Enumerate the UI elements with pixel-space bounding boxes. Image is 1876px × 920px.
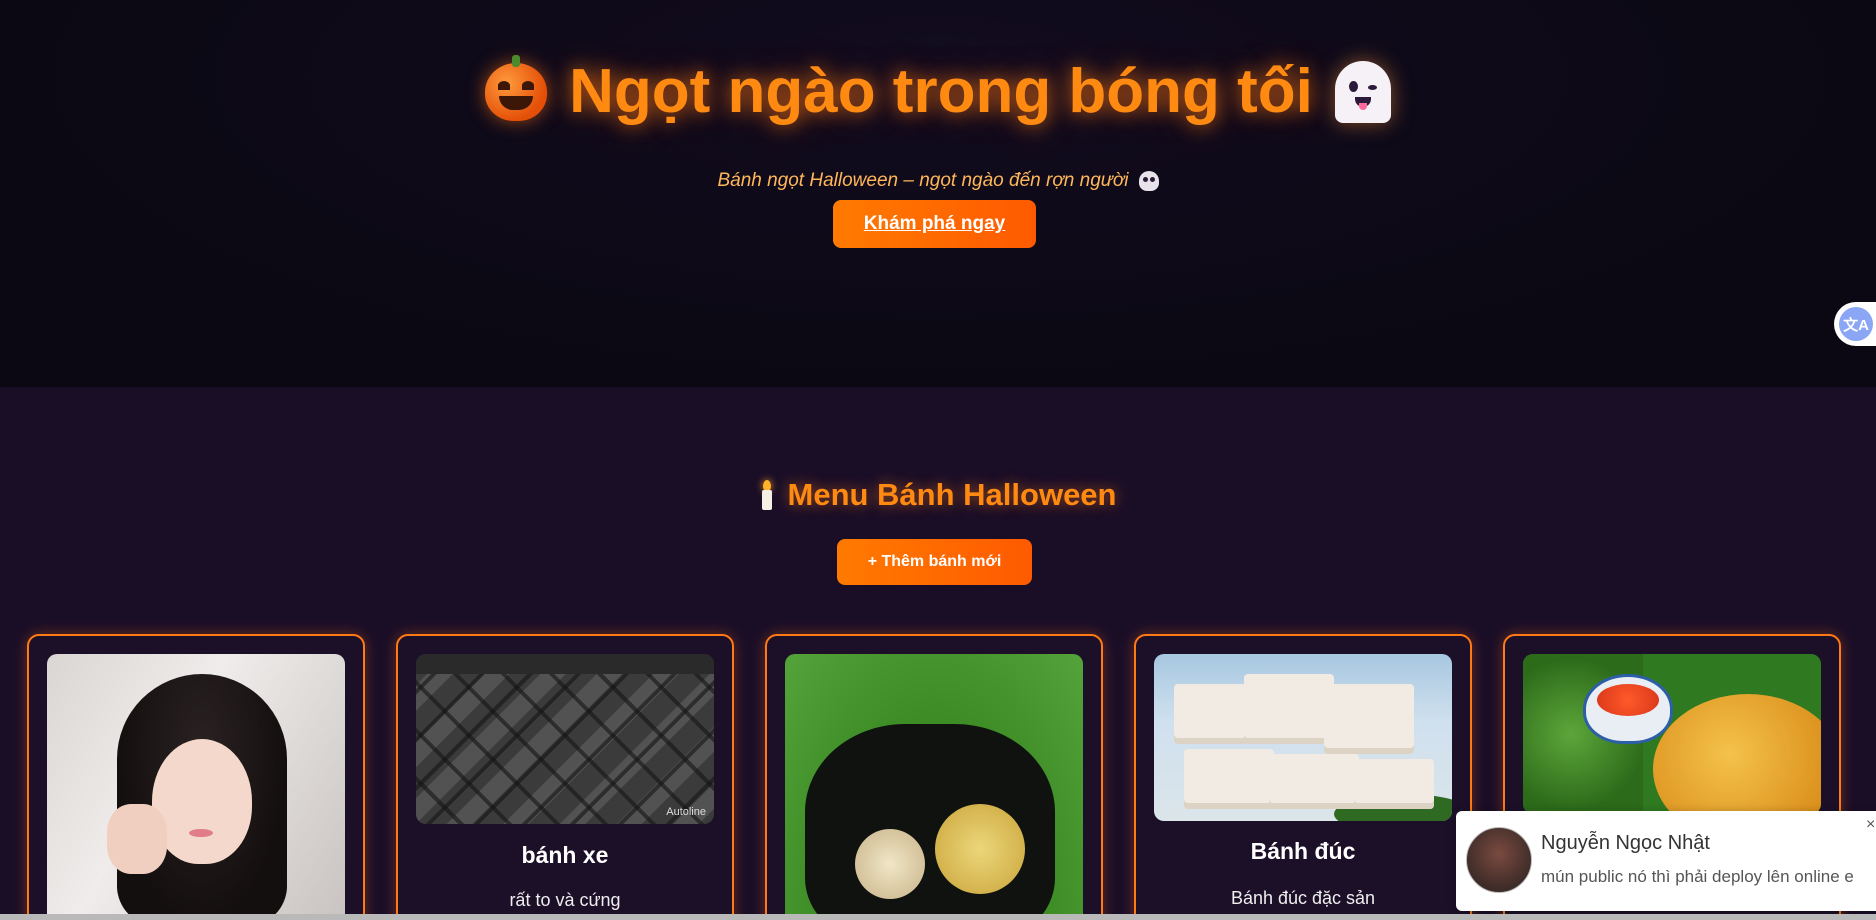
cake-card[interactable] bbox=[765, 634, 1103, 920]
page: Ngọt ngào trong bóng tối Bánh ngọt Hallo… bbox=[0, 0, 1876, 920]
add-cake-button[interactable]: + Thêm bánh mới bbox=[837, 539, 1032, 585]
close-icon[interactable]: × bbox=[1866, 816, 1875, 834]
hero-subtitle: Bánh ngọt Halloween – ngọt ngào đến rợn … bbox=[717, 170, 1129, 191]
cake-name: bánh xe bbox=[521, 842, 609, 868]
cake-image bbox=[47, 654, 345, 920]
cake-card[interactable]: Bánh đúc Bánh đúc đặc sản bbox=[1134, 634, 1472, 920]
ghost-icon bbox=[1334, 60, 1391, 123]
menu-title: Menu Bánh Halloween bbox=[787, 477, 1117, 512]
skull-icon bbox=[1138, 171, 1159, 191]
hero-section: Ngọt ngào trong bóng tối Bánh ngọt Hallo… bbox=[0, 0, 1876, 387]
notification-message: mún public nó thì phải deploy lên online… bbox=[1541, 867, 1854, 886]
cake-image bbox=[785, 654, 1083, 920]
candle-icon bbox=[760, 480, 774, 510]
cake-image: Autoline bbox=[416, 654, 714, 824]
hero-title: Ngọt ngào trong bóng tối bbox=[569, 57, 1313, 126]
cake-image bbox=[1523, 654, 1821, 814]
cake-image bbox=[1154, 654, 1452, 821]
cake-card[interactable]: Autoline bánh xe rất to và cứng bbox=[396, 634, 734, 920]
translate-icon: 文A bbox=[1839, 307, 1873, 341]
chat-notification[interactable]: Nguyễn Ngọc Nhật mún public nó thì phải … bbox=[1456, 811, 1876, 911]
hero-subtitle-row: Bánh ngọt Halloween – ngọt ngào đến rợn … bbox=[0, 170, 1876, 192]
explore-now-button[interactable]: Khám phá ngay bbox=[833, 200, 1036, 248]
cake-card[interactable] bbox=[27, 634, 365, 920]
horizontal-scrollbar[interactable] bbox=[0, 914, 1876, 920]
image-watermark: Autoline bbox=[666, 806, 706, 818]
translate-button[interactable]: 文A bbox=[1834, 302, 1876, 346]
pumpkin-icon bbox=[485, 54, 548, 121]
hero-title-row: Ngọt ngào trong bóng tối bbox=[0, 54, 1876, 127]
notification-sender: Nguyễn Ngọc Nhật bbox=[1541, 832, 1710, 854]
avatar bbox=[1466, 827, 1532, 893]
menu-title-row: Menu Bánh Halloween bbox=[0, 477, 1876, 513]
cake-description: rất to và cứng bbox=[509, 890, 621, 910]
cake-description: Bánh đúc đặc sản bbox=[1230, 888, 1376, 908]
cake-name: Bánh đúc bbox=[1250, 838, 1356, 864]
